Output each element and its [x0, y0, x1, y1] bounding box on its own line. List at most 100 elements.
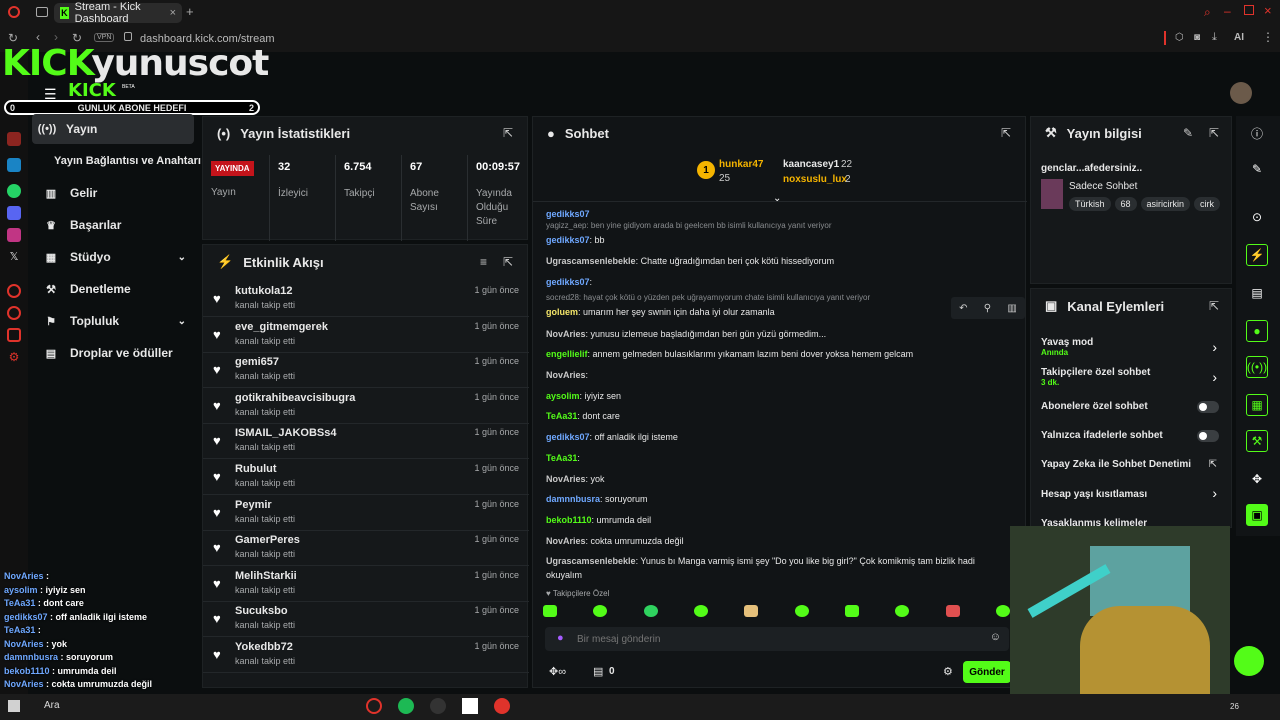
emote-icon[interactable]	[844, 605, 859, 617]
box-icon[interactable]	[7, 328, 21, 342]
chat-username[interactable]: Ugrascamsenlebekle	[546, 556, 636, 566]
wrench-icon[interactable]: ⚒	[1246, 430, 1268, 452]
opera-logo-icon[interactable]	[8, 6, 20, 18]
chat-message[interactable]: damnnbusra: soruyorum	[546, 492, 1006, 506]
sidebar-item-yayin[interactable]: ((•)) Yayın	[32, 114, 194, 144]
chat-message[interactable]: gedikks07: off anladik ilgi isteme	[546, 430, 1006, 444]
forward-icon[interactable]: ›	[54, 30, 58, 44]
chat-username[interactable]: damnnbusra	[546, 494, 600, 504]
category-name[interactable]: Sadece Sohbet	[1069, 181, 1137, 192]
chat-message[interactable]: bekob1110: umrumda deil	[546, 513, 1006, 527]
spotify-icon[interactable]	[398, 698, 414, 714]
mic-icon[interactable]: ●	[557, 632, 564, 644]
activity-item[interactable]: ♥ gotikrahibeavcisibugra kanalı takip etti…	[203, 388, 529, 424]
action-account-age[interactable]: Hesap yaşı kısıtlaması	[1041, 489, 1227, 500]
chat-input[interactable]	[577, 631, 977, 647]
sidebar-item-topluluk[interactable]: ⚑ Topluluk ⌄	[36, 306, 196, 336]
menu-icon[interactable]: ⋮	[1262, 30, 1274, 44]
chat-username[interactable]: gedikks07	[546, 277, 590, 287]
chat-message[interactable]: gedikks07: bb	[546, 233, 1006, 247]
camera-icon[interactable]: ◙	[1194, 32, 1200, 43]
sidebar-item-gelir[interactable]: ▥ Gelir	[36, 178, 196, 208]
send-button[interactable]: Gönder	[963, 661, 1011, 683]
activity-item[interactable]: ♥ GamerPeres kanalı takip etti 1 gün önce	[203, 530, 529, 567]
clipboard-icon[interactable]: ▤	[1246, 282, 1268, 304]
chat-icon[interactable]: ●	[1246, 320, 1268, 342]
points-icon[interactable]: ✥	[1246, 468, 1268, 490]
chat-message[interactable]: goluem: umarım her şey swnin için daha i…	[546, 305, 1006, 319]
emote-icon[interactable]	[794, 605, 809, 617]
record-icon[interactable]	[494, 698, 510, 714]
action-followers-only[interactable]: Takipçilere özel sohbet 3 dk.	[1041, 367, 1227, 387]
chat-message[interactable]: gedikks07	[546, 207, 1006, 221]
emote-icon[interactable]	[543, 605, 557, 617]
external-link-icon[interactable]: ⇱	[1209, 459, 1217, 470]
broadcast-icon[interactable]: ((•))	[1246, 356, 1268, 378]
activity-item[interactable]: ♥ ISMAIL_JAKOBSs4 kanalı takip etti 1 gün ö…	[203, 423, 529, 460]
chat-username[interactable]: Ugrascamsenlebekle	[546, 256, 636, 266]
sidebar-item-denetleme[interactable]: ⚒ Denetleme	[36, 274, 196, 304]
sidebar-app-icon[interactable]	[7, 132, 21, 146]
sidebar-item-stream-key[interactable]: Yayın Bağlantısı ve Anahtarı	[46, 146, 202, 176]
close-tab-icon[interactable]: ×	[170, 7, 176, 19]
chat-message[interactable]: NovAries: yunusu izlemeue başladığımdan …	[546, 327, 1006, 341]
start-icon[interactable]	[8, 700, 20, 712]
chat-message[interactable]: engellielif: annem gelmeden bulasıklarım…	[546, 347, 1006, 361]
sidebar-item-studyo[interactable]: ▦ Stüdyo ⌄	[36, 242, 196, 272]
whatsapp-icon[interactable]	[7, 184, 21, 198]
player-icon[interactable]	[7, 284, 21, 298]
extensions-icon[interactable]: ⬡	[1175, 32, 1184, 43]
activity-item[interactable]: ♥ Yokedbb72 kanalı takip etti 1 gün önce	[203, 637, 529, 673]
pin-icon[interactable]: ⚲	[984, 303, 991, 314]
settings-icon[interactable]: ⚙	[7, 350, 21, 364]
delete-icon[interactable]: ▥	[1007, 303, 1016, 314]
action-ai-moderation[interactable]: Yapay Zeka ile Sohbet Denetimi	[1041, 459, 1227, 470]
chat-username[interactable]: NovAries	[546, 370, 586, 380]
chat-message[interactable]: Ugrascamsenlebekle: Chatte uğradığımdan …	[546, 254, 1006, 268]
chat-message[interactable]: TeAa31:	[546, 451, 1006, 465]
avatar[interactable]	[1230, 82, 1252, 104]
chevron-right-icon[interactable]: ›	[1212, 339, 1217, 355]
activity-item[interactable]: ♥ MelihStarkii kanalı takip etti 1 gün önce	[203, 566, 529, 602]
chevron-right-icon[interactable]: ›	[1212, 485, 1217, 501]
chat-username[interactable]: gedikks07	[546, 235, 590, 245]
top-chatter-name[interactable]: hunkar47	[719, 159, 763, 170]
emote-icon[interactable]	[945, 605, 960, 617]
support-chat-button[interactable]	[1234, 646, 1264, 676]
gift-icon[interactable]: ▤	[593, 665, 603, 678]
chat-username[interactable]: engellielif	[546, 349, 588, 359]
lightning-icon[interactable]: ⚡	[1246, 244, 1268, 266]
filter-icon[interactable]: ≡	[480, 255, 487, 269]
emoji-icon[interactable]: ☺	[990, 631, 1001, 643]
chat-username[interactable]: TeAa31	[546, 411, 577, 421]
chat-message[interactable]: gedikks07:	[546, 275, 1006, 289]
tag[interactable]: 68	[1114, 197, 1137, 211]
action-slow-mode[interactable]: Yavaş mod Anında	[1041, 337, 1227, 357]
sidebar-item-basarilar[interactable]: ♛ Başarılar	[36, 210, 196, 240]
edit-icon[interactable]: ✎	[1246, 158, 1268, 180]
history-icon[interactable]	[7, 306, 21, 320]
emote-icon[interactable]	[744, 605, 759, 617]
messenger-icon[interactable]	[7, 158, 21, 172]
obs-icon[interactable]	[430, 698, 446, 714]
close-window-icon[interactable]: ×	[1264, 3, 1272, 18]
edit-icon[interactable]: ✎	[1183, 126, 1193, 140]
emote-icon[interactable]	[643, 605, 658, 617]
chat-username[interactable]: bekob1110	[546, 515, 592, 525]
chat-username[interactable]: NovAries	[546, 536, 586, 546]
sidebar-item-droplar[interactable]: ▤ Droplar ve ödüller	[36, 338, 196, 368]
app-icon[interactable]	[462, 698, 478, 714]
points-icon[interactable]: ✥∞	[549, 665, 566, 678]
tag[interactable]: cirk	[1194, 197, 1221, 211]
popout-icon[interactable]: ⇱	[503, 126, 513, 140]
activity-item[interactable]: ♥ eve_gitmemgerek kanalı takip etti 1 gün ö…	[203, 317, 529, 353]
layout-icon[interactable]: ▦	[1246, 394, 1268, 416]
chat-message[interactable]: Ugrascamsenlebekle: Yunus bı Manga varmi…	[546, 554, 1006, 582]
download-icon[interactable]: ⤓	[1212, 31, 1217, 44]
instagram-icon[interactable]	[7, 228, 21, 242]
popout-icon[interactable]: ⇱	[1209, 299, 1219, 313]
gear-icon[interactable]: ⚙	[943, 665, 953, 678]
chat-username[interactable]: goluem	[546, 307, 578, 317]
discord-icon[interactable]	[7, 206, 21, 220]
activity-item[interactable]: ♥ Sucuksbo kanalı takip etti 1 gün önce	[203, 601, 529, 638]
